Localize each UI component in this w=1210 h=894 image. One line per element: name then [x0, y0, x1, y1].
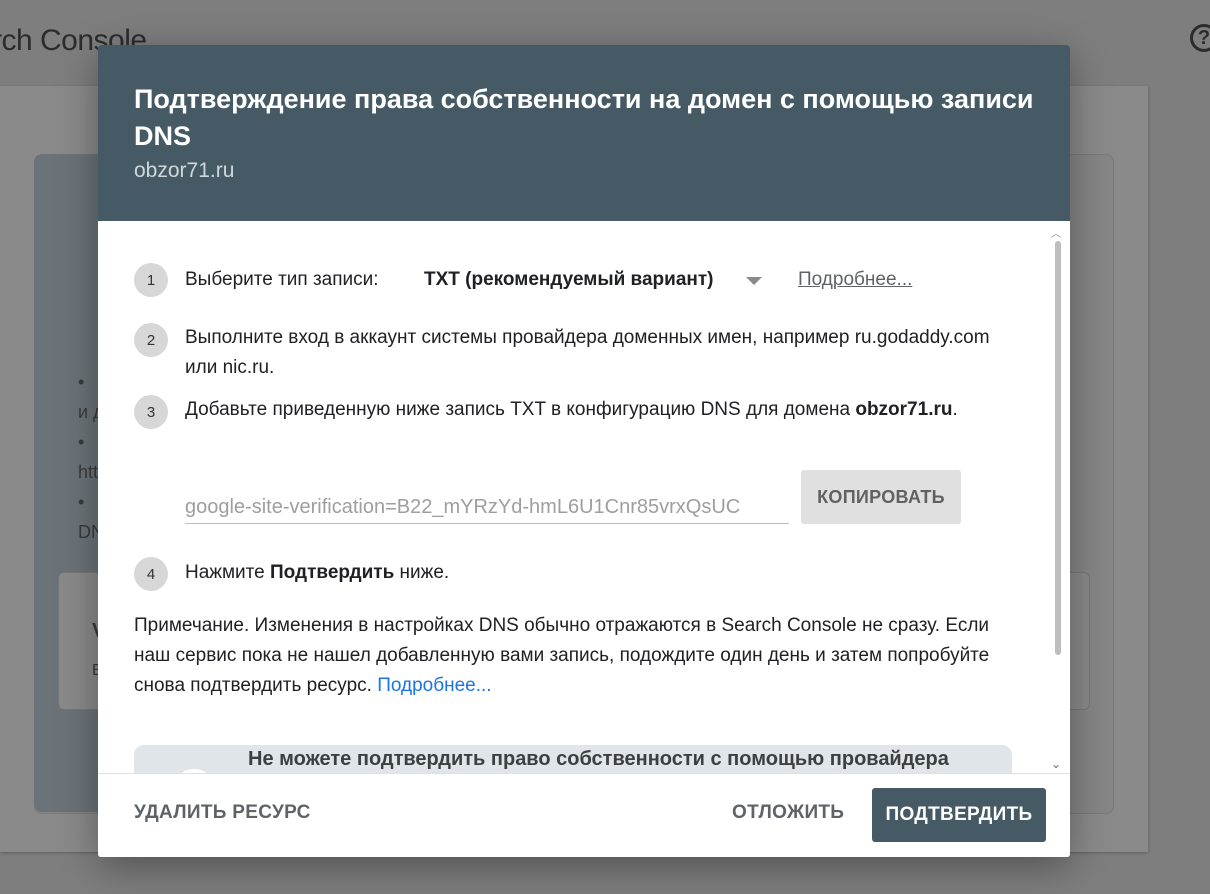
txt-record-field[interactable]: google-site-verification=B22_mYRzYd-hmL6…: [185, 491, 789, 524]
note-body: Примечание. Изменения в настройках DNS о…: [134, 615, 990, 696]
step-text: Добавьте приведенную ниже запись TXT в к…: [185, 395, 1025, 425]
step-3: 3 Добавьте приведенную ниже запись TXT в…: [134, 395, 1014, 459]
note-text: Примечание. Изменения в настройках DNS о…: [134, 611, 1024, 701]
step-text-part: .: [952, 399, 958, 420]
bg-fragment: •: [78, 432, 85, 452]
step-text-part: Добавьте приведенную ниже запись TXT в к…: [185, 399, 856, 420]
confirm-reference: Подтвердить: [270, 562, 395, 583]
dialog-title: Подтверждение права собственности на дом…: [134, 84, 1034, 151]
background-card-accent: [34, 154, 104, 812]
note-more-link[interactable]: Подробнее...: [377, 675, 491, 696]
dialog-footer: УДАЛИТЬ РЕСУРС ОТЛОЖИТЬ ПОДТВЕРДИТЬ: [98, 773, 1070, 857]
bg-fragment: •: [78, 492, 85, 512]
step-number: 3: [134, 395, 168, 429]
dns-verification-dialog: Подтверждение права собственности на дом…: [98, 45, 1070, 857]
step-number: 4: [134, 557, 168, 591]
help-icon[interactable]: ?: [1190, 24, 1210, 52]
record-type-select[interactable]: TXT (рекомендуемый вариант): [134, 265, 774, 295]
step-text: Нажмите Подтвердить ниже.: [185, 558, 1025, 588]
step-text-part: ниже.: [394, 562, 450, 583]
confirm-button[interactable]: ПОДТВЕРДИТЬ: [872, 788, 1046, 842]
record-type-value: TXT (рекомендуемый вариант): [424, 269, 714, 290]
alternative-verification-box[interactable]: Не можете подтвердить право собственност…: [134, 745, 1012, 773]
dialog-subtitle: obzor71.ru: [134, 159, 235, 182]
delete-resource-button[interactable]: УДАЛИТЬ РЕСУРС: [134, 802, 311, 824]
postpone-button[interactable]: ОТЛОЖИТЬ: [732, 802, 844, 824]
step-text: Выполните вход в аккаунт системы провайд…: [185, 327, 990, 378]
alternative-verification-title: Не можете подтвердить право собственност…: [248, 748, 949, 770]
step-text-part: Нажмите: [185, 562, 271, 583]
scroll-up-icon[interactable]: ︿: [1051, 225, 1061, 240]
bg-fragment: •: [78, 372, 85, 392]
scroll-down-icon[interactable]: ⌄: [1051, 757, 1061, 771]
dialog-body: 1 Выберите тип записи: TXT (рекомендуемы…: [98, 221, 1070, 773]
step-2: 2 Выполните вход в аккаунт системы прова…: [134, 323, 1014, 387]
dialog-header: Подтверждение права собственности на дом…: [98, 45, 1070, 221]
step-1: 1 Выберите тип записи: TXT (рекомендуемы…: [134, 263, 1014, 297]
bg-fragment: htt: [78, 462, 99, 482]
copy-button[interactable]: КОПИРОВАТЬ: [801, 470, 961, 524]
more-info-link[interactable]: Подробнее...: [798, 265, 912, 295]
chevron-down-icon: [746, 277, 762, 285]
step-number: 2: [134, 323, 168, 357]
step-4: 4 Нажмите Подтвердить ниже.: [134, 557, 1014, 591]
scrollbar-thumb[interactable]: [1055, 241, 1061, 655]
domain-name: obzor71.ru: [855, 399, 953, 420]
